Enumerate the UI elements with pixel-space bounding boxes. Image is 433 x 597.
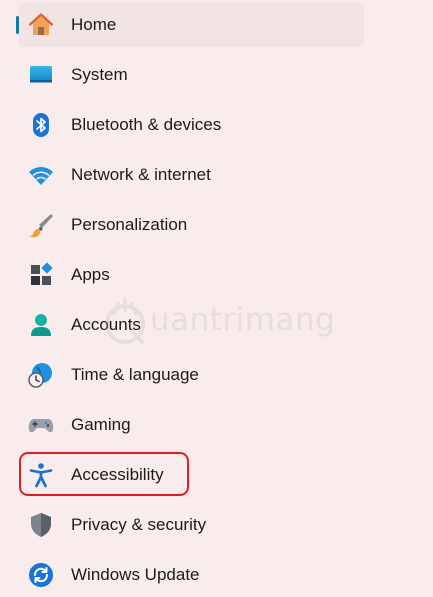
nav-item-bluetooth-devices[interactable]: Bluetooth & devices — [18, 103, 364, 147]
nav-item-label: Bluetooth & devices — [71, 115, 222, 134]
nav-item-label: Privacy & security — [71, 515, 207, 534]
nav-item-network-internet[interactable]: Network & internet — [18, 153, 364, 197]
nav-item-label: Accessibility — [71, 465, 164, 484]
account-icon — [28, 312, 54, 338]
nav-item-privacy-security[interactable]: Privacy & security — [18, 503, 364, 547]
nav-item-label: Network & internet — [71, 165, 211, 184]
nav-item-time-language[interactable]: Time & language — [18, 353, 364, 397]
nav-item-personalization[interactable]: Personalization — [18, 203, 364, 247]
system-icon — [28, 62, 54, 88]
nav-item-accessibility[interactable]: Accessibility — [18, 453, 364, 497]
shield-icon — [28, 512, 54, 538]
nav-item-label: System — [71, 65, 128, 84]
paintbrush-icon — [28, 212, 54, 238]
home-icon — [28, 12, 54, 38]
accessibility-icon — [28, 462, 54, 488]
globe-clock-icon — [28, 362, 54, 388]
windows-update-icon — [28, 562, 54, 588]
apps-icon — [28, 262, 54, 288]
nav-item-label: Apps — [71, 265, 110, 284]
nav-item-label: Time & language — [71, 365, 199, 384]
nav-item-label: Accounts — [71, 315, 141, 334]
nav-item-windows-update[interactable]: Windows Update — [18, 553, 364, 597]
nav-item-accounts[interactable]: Accounts — [18, 303, 364, 347]
wifi-icon — [28, 162, 54, 188]
gamepad-icon — [28, 412, 54, 438]
nav-item-apps[interactable]: Apps — [18, 253, 364, 297]
nav-item-label: Windows Update — [71, 565, 200, 584]
nav-item-system[interactable]: System — [18, 53, 364, 97]
settings-navigation: Home System Bluetooth & devices Network … — [0, 0, 433, 587]
bluetooth-icon — [28, 112, 54, 138]
nav-item-label: Home — [71, 15, 117, 34]
nav-item-gaming[interactable]: Gaming — [18, 403, 364, 447]
selected-indicator — [16, 16, 19, 34]
nav-item-label: Personalization — [71, 215, 188, 234]
nav-item-label: Gaming — [71, 415, 131, 434]
nav-item-home[interactable]: Home — [16, 3, 364, 47]
